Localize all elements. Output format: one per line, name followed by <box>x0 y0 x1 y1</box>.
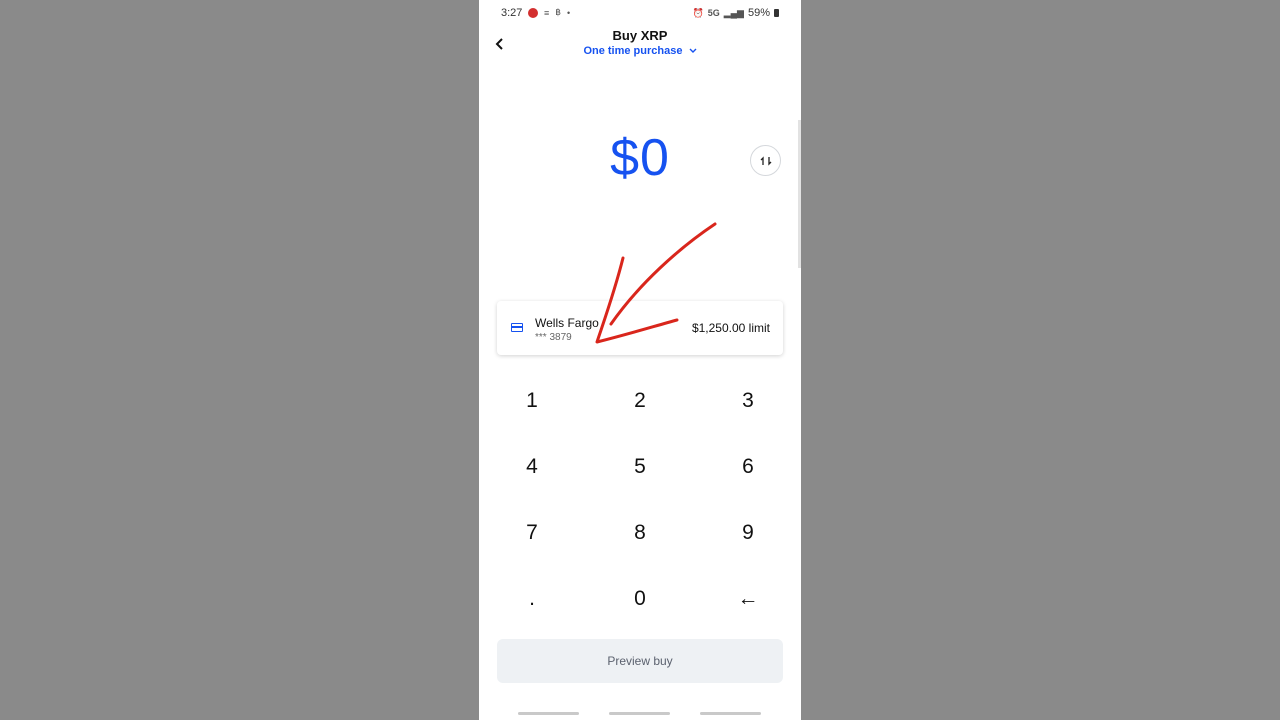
backspace-arrow-icon[interactable]: ← <box>703 574 793 624</box>
signal-icon: ▂▄▆ <box>723 7 744 18</box>
key-4[interactable]: 4 <box>487 442 577 492</box>
status-bar: 3:27 ≡ ฿ • ⏰ 5G ▂▄▆ 59% <box>479 0 801 26</box>
bank-account-mask: *** 3879 <box>535 332 572 343</box>
purchase-type-label: One time purchase <box>583 45 683 57</box>
key-8[interactable]: 8 <box>595 508 685 558</box>
status-right: ⏰ 5G ▂▄▆ 59% <box>692 7 779 19</box>
bank-name: Wells Fargo <box>535 316 599 330</box>
bank-card-icon <box>511 323 523 332</box>
phone-screen: 3:27 ≡ ฿ • ⏰ 5G ▂▄▆ 59% Buy XRP One time… <box>479 0 801 720</box>
bitcoin-notification-icon: ฿ <box>555 7 561 17</box>
purchase-type-dropdown[interactable]: One time purchase <box>479 45 801 57</box>
key-1[interactable]: 1 <box>487 376 577 426</box>
nav-back-button[interactable] <box>700 712 761 715</box>
system-nav-bar <box>479 712 801 716</box>
preview-buy-button[interactable]: Preview buy <box>497 639 783 683</box>
notification-icons: ≡ ฿ • <box>528 7 570 18</box>
cart-notification-icon: ≡ <box>544 7 550 18</box>
app-notification-icon <box>528 7 538 18</box>
battery-icon <box>774 9 779 17</box>
key-decimal[interactable]: . <box>487 574 577 624</box>
key-7[interactable]: 7 <box>487 508 577 558</box>
status-time: 3:27 <box>501 7 523 19</box>
key-2[interactable]: 2 <box>595 376 685 426</box>
payment-method-card[interactable]: Wells Fargo *** 3879 $1,250.00 limit <box>497 301 783 355</box>
nav-home-button[interactable] <box>609 712 670 715</box>
scrollbar <box>798 120 801 268</box>
key-3[interactable]: 3 <box>703 376 793 426</box>
key-0[interactable]: 0 <box>595 574 685 624</box>
chevron-down-icon <box>689 46 697 56</box>
network-label: 5G <box>707 8 720 18</box>
header: Buy XRP One time purchase <box>479 26 801 66</box>
alarm-icon: ⏰ <box>692 7 704 18</box>
dot-icon: • <box>567 7 571 18</box>
battery-level: 59% <box>747 7 770 19</box>
bank-limit: $1,250.00 limit <box>691 321 770 335</box>
swap-icon[interactable] <box>750 145 781 176</box>
nav-recent-button[interactable] <box>518 712 579 715</box>
page-title: Buy XRP <box>612 28 668 43</box>
key-6[interactable]: 6 <box>703 442 793 492</box>
key-9[interactable]: 9 <box>703 508 793 558</box>
key-5[interactable]: 5 <box>595 442 685 492</box>
